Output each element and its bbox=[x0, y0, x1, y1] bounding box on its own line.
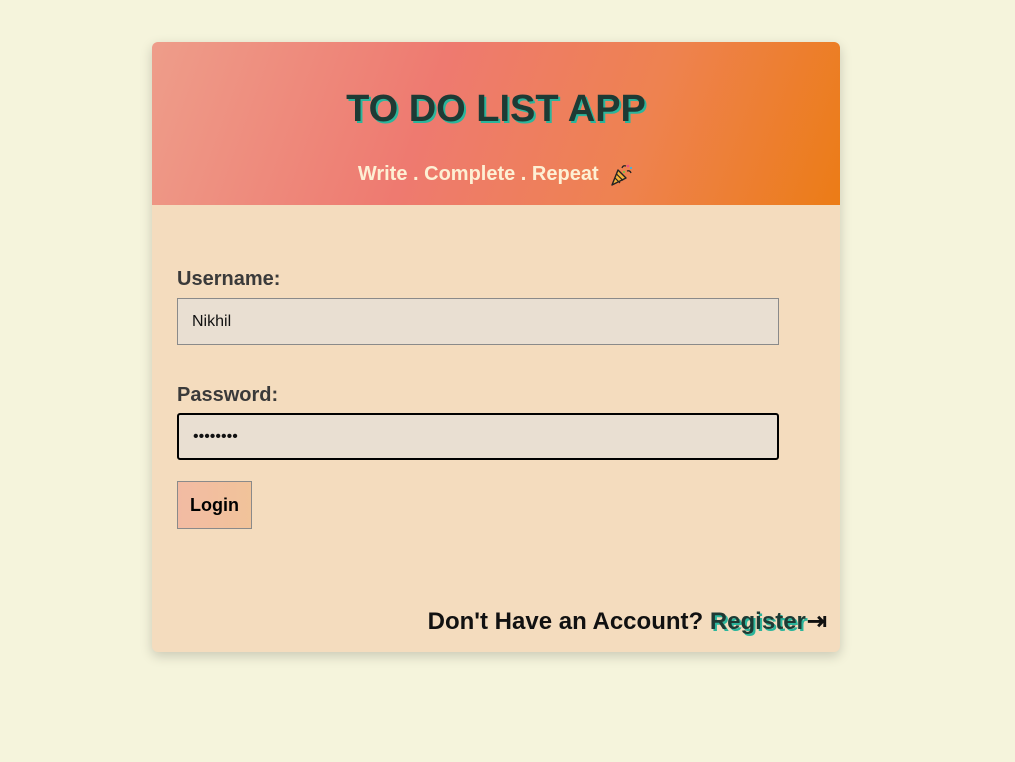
app-title: TO DO LIST APP bbox=[346, 88, 646, 130]
username-label: Username: bbox=[177, 268, 281, 290]
login-button[interactable]: Login bbox=[177, 481, 252, 529]
password-label: Password: bbox=[177, 384, 279, 406]
party-popper-icon bbox=[608, 162, 634, 188]
app-tagline: Write . Complete . Repeat bbox=[152, 161, 840, 188]
register-link-label: Register bbox=[709, 608, 806, 635]
register-prompt-text: Don't Have an Account? bbox=[427, 608, 704, 635]
password-input[interactable] bbox=[177, 413, 779, 460]
tagline-text: Write . Complete . Repeat bbox=[357, 163, 599, 185]
app-header: TO DO LIST APP Write . Complete . Repeat bbox=[152, 42, 840, 205]
arrow-right-to-bar-icon: ⇥ bbox=[806, 608, 827, 635]
register-link[interactable]: Register⇥ bbox=[710, 608, 827, 635]
register-prompt: Don't Have an Account? Register⇥ bbox=[428, 608, 827, 636]
login-card: TO DO LIST APP Write . Complete . Repeat… bbox=[152, 42, 840, 652]
username-input[interactable] bbox=[177, 298, 779, 345]
